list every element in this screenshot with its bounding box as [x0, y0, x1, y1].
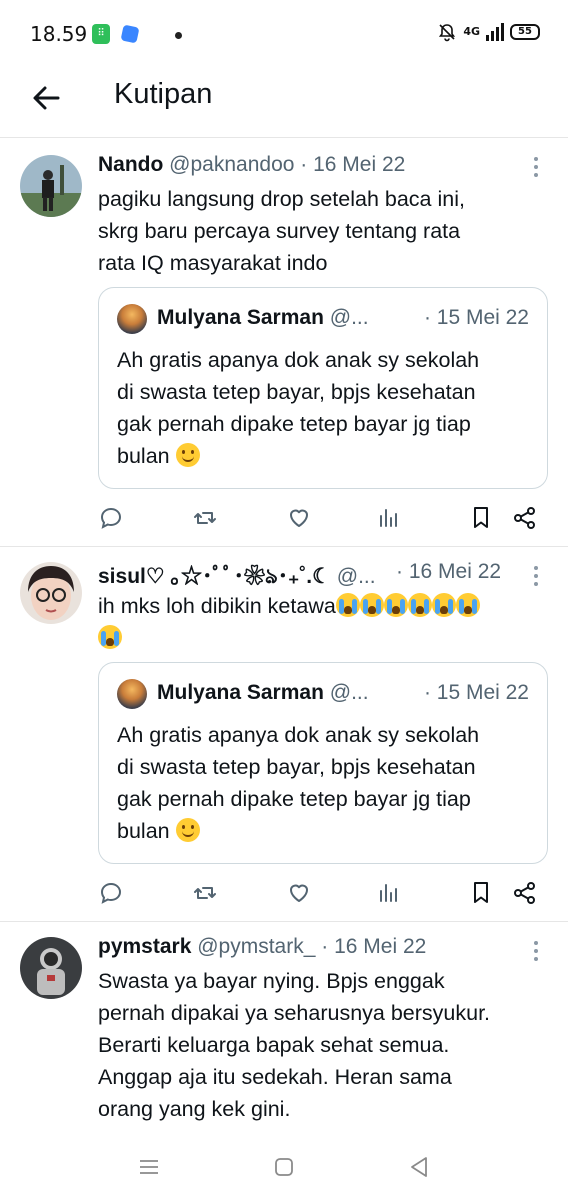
quoted-text: Ah gratis apanya dok anak sy sekolah di … — [117, 719, 537, 847]
network-type: 4G — [463, 25, 480, 38]
quoted-author-name: Mulyana Sarman — [157, 681, 324, 704]
tweet-text-line: Anggap aja itu sedekah. Heran sama — [98, 1065, 452, 1089]
heart-icon[interactable] — [286, 880, 312, 906]
quoted-text: Ah gratis apanya dok anak sy sekolah di … — [117, 344, 537, 472]
tweet-text-line: ih mks loh dibikin ketawa — [98, 594, 336, 618]
quoted-text-line: di swasta tetep bayar, bpjs kesehatan — [117, 755, 476, 779]
status-indicators: 4G 55 — [437, 22, 540, 42]
home-icon[interactable] — [271, 1154, 297, 1180]
avatar[interactable] — [20, 155, 82, 217]
quoted-avatar — [117, 679, 147, 709]
tweet[interactable]: sisul♡ ｡☆･ﾟﾟ･❀ঌ･₊˚.☾ @... · 16 Mei 22 ih… — [0, 548, 568, 922]
tweet-header: pymstark @pymstark_ · 16 Mei 22 — [98, 935, 426, 959]
loudly-crying-face-emoji-icon — [98, 625, 122, 649]
quoted-text-line: Ah gratis apanya dok anak sy sekolah — [117, 723, 480, 747]
app-notification-icon-2 — [120, 24, 140, 44]
author-handle[interactable]: @... — [337, 565, 376, 588]
bookmark-icon[interactable] — [468, 505, 494, 531]
top-bar: Kutipan — [0, 70, 568, 138]
loudly-crying-face-emoji-icon — [407, 593, 432, 617]
loudly-crying-face-emoji-icon — [455, 593, 480, 617]
tweet-date: · 16 Mei 22 — [321, 935, 427, 958]
smiling-face-emoji-icon — [175, 443, 200, 467]
more-options-icon[interactable] — [534, 941, 540, 965]
quoted-date: · 15 Mei 22 — [423, 681, 529, 704]
avatar[interactable] — [20, 562, 82, 624]
retweet-icon[interactable] — [192, 505, 218, 531]
loudly-crying-face-emoji-icon — [335, 593, 360, 617]
tweet-header: Nando @paknandoo · 16 Mei 22 — [98, 153, 405, 177]
loudly-crying-face-emoji-icon — [431, 593, 456, 617]
author-name[interactable]: pymstark — [98, 935, 191, 958]
tweet-actions — [98, 880, 544, 910]
recents-menu-icon[interactable] — [136, 1154, 162, 1180]
quoted-tweet[interactable]: Mulyana Sarman @... · 15 Mei 22 Ah grati… — [98, 287, 548, 489]
quoted-text-line: gak pernah dipake tetep bayar jg tiap — [117, 787, 471, 811]
quoted-author-name: Mulyana Sarman — [157, 306, 324, 329]
heart-icon[interactable] — [286, 505, 312, 531]
quoted-text-line: di swasta tetep bayar, bpjs kesehatan — [117, 380, 476, 404]
quoted-text-line: gak pernah dipake tetep bayar jg tiap — [117, 412, 471, 436]
more-options-icon[interactable] — [534, 566, 540, 590]
tweet-text-line: pernah dipakai ya seharusnya bersyukur. — [98, 1001, 491, 1025]
more-notifications-dot-icon — [175, 32, 182, 39]
views-icon[interactable] — [376, 505, 402, 531]
tweet-actions — [98, 505, 544, 535]
quoted-text-line: bulan — [117, 444, 170, 468]
quoted-author-handle: @... — [329, 681, 369, 704]
retweet-icon[interactable] — [192, 880, 218, 906]
tweet[interactable]: Nando @paknandoo · 16 Mei 22 pagiku lang… — [0, 139, 568, 547]
tweet-text-line: pagiku langsung drop setelah baca ini, — [98, 187, 465, 211]
share-icon[interactable] — [512, 880, 538, 906]
quoted-author-handle: @... — [329, 306, 369, 329]
tweet-text: ih mks loh dibikin ketawa — [98, 590, 548, 654]
tweet-text-line: orang yang kek gini. — [98, 1097, 291, 1121]
back-arrow-icon[interactable] — [28, 80, 64, 116]
tweet[interactable]: pymstark @pymstark_ · 16 Mei 22 Swasta y… — [0, 923, 568, 1140]
tweet-date: · 16 Mei 22 — [396, 560, 502, 583]
quoted-text-line: Ah gratis apanya dok anak sy sekolah — [117, 348, 480, 372]
loudly-crying-face-emoji-icon — [383, 593, 408, 617]
more-options-icon[interactable] — [534, 157, 540, 181]
status-bar: 18.59 ⠿ 4G 55 — [0, 0, 568, 70]
bookmark-icon[interactable] — [468, 880, 494, 906]
author-handle[interactable]: @paknandoo — [169, 153, 294, 176]
smiling-face-emoji-icon — [175, 818, 200, 842]
quoted-avatar — [117, 304, 147, 334]
system-nav-bar — [0, 1140, 568, 1200]
author-name[interactable]: sisul♡ ｡☆･ﾟﾟ･❀ঌ･₊˚.☾ — [98, 565, 331, 588]
quoted-header: Mulyana Sarman @... — [157, 681, 369, 705]
signal-icon — [486, 23, 504, 41]
battery-icon: 55 — [510, 24, 540, 40]
tweet-text-line: rata IQ masyarakat indo — [98, 251, 328, 275]
reply-icon[interactable] — [98, 505, 124, 531]
tweet-date: · 16 Mei 22 — [300, 153, 406, 176]
reply-icon[interactable] — [98, 880, 124, 906]
tweet-text-line: skrg baru percaya survey tentang rata — [98, 219, 461, 243]
page-title: Kutipan — [114, 78, 213, 110]
quoted-header: Mulyana Sarman @... — [157, 306, 369, 330]
tweet-text-line: Berarti keluarga bapak sehat semua. — [98, 1033, 450, 1057]
tweet-text: Swasta ya bayar nying. Bpjs enggak perna… — [98, 965, 548, 1125]
quoted-tweet[interactable]: Mulyana Sarman @... · 15 Mei 22 Ah grati… — [98, 662, 548, 864]
avatar[interactable] — [20, 937, 82, 999]
mute-bell-icon — [437, 22, 457, 42]
status-time: 18.59 — [30, 22, 88, 46]
quoted-date: · 15 Mei 22 — [423, 306, 529, 329]
back-triangle-icon[interactable] — [406, 1154, 432, 1180]
views-icon[interactable] — [376, 880, 402, 906]
quoted-text-line: bulan — [117, 819, 170, 843]
app-notification-icon: ⠿ — [92, 24, 110, 44]
tweet-text: pagiku langsung drop setelah baca ini, s… — [98, 183, 538, 279]
author-handle[interactable]: @pymstark_ — [197, 935, 315, 958]
author-name[interactable]: Nando — [98, 153, 163, 176]
loudly-crying-face-emoji-icon — [359, 593, 384, 617]
tweet-text-line: Swasta ya bayar nying. Bpjs enggak — [98, 969, 445, 993]
share-icon[interactable] — [512, 505, 538, 531]
